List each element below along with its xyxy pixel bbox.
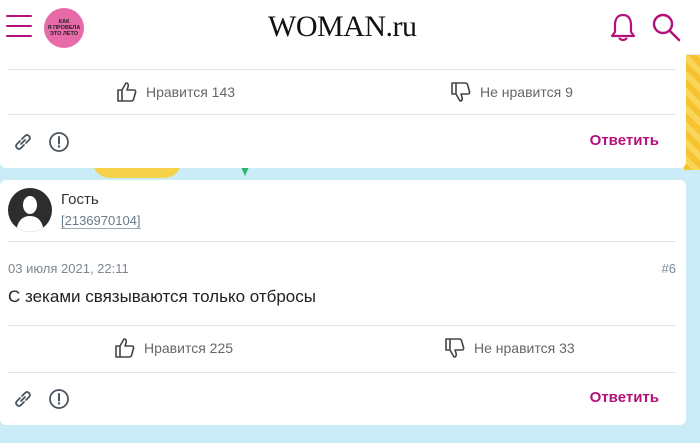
comment-date: 03 июля 2021, 22:11 [8, 261, 129, 276]
dislike-button[interactable]: Не нравится 9 [450, 81, 573, 103]
site-header: КАК Я ПРОВЕЛА ЭТО ЛЕТО WOMAN.ru [0, 0, 700, 55]
thumbs-up-icon [115, 338, 135, 358]
avatar-icon [16, 196, 44, 232]
divider [8, 114, 676, 115]
promo-badge[interactable]: КАК Я ПРОВЕЛА ЭТО ЛЕТО [44, 8, 84, 48]
comment-actions [12, 131, 70, 153]
thumbs-down-icon [445, 338, 465, 358]
author-id[interactable]: [2136970104] [61, 213, 141, 229]
bell-icon[interactable] [609, 12, 637, 42]
dislike-count: Не нравится 9 [480, 84, 573, 100]
search-icon[interactable] [651, 12, 681, 42]
background-decoration [684, 50, 700, 170]
like-count: Нравится 225 [144, 340, 234, 356]
thumbs-down-icon [451, 82, 471, 102]
menu-icon[interactable] [6, 15, 32, 37]
like-button[interactable]: Нравится 143 [116, 81, 235, 103]
divider [8, 372, 676, 373]
comment-text: С зеками связываются только отбросы [8, 287, 316, 306]
reply-button[interactable]: Ответить [590, 389, 659, 406]
like-count: Нравится 143 [146, 84, 236, 100]
avatar[interactable] [8, 188, 52, 232]
comment-actions [12, 388, 70, 410]
reply-button[interactable]: Ответить [590, 132, 659, 149]
report-icon[interactable] [48, 388, 70, 410]
comment-card: Нравится 143 Не нравится 9 Ответить [0, 54, 686, 168]
link-icon[interactable] [12, 131, 34, 153]
divider [8, 325, 676, 326]
comment-card: Гость [2136970104] 03 июля 2021, 22:11 #… [0, 180, 686, 425]
like-button[interactable]: Нравится 225 [114, 337, 233, 359]
dislike-count: Не нравится 33 [474, 340, 575, 356]
comment-number[interactable]: #6 [662, 261, 676, 276]
site-logo[interactable]: WOMAN.ru [268, 10, 417, 44]
report-icon[interactable] [48, 131, 70, 153]
divider [8, 241, 676, 242]
divider [8, 69, 676, 70]
thumbs-up-icon [117, 82, 137, 102]
author-name[interactable]: Гость [61, 191, 99, 208]
link-icon[interactable] [12, 388, 34, 410]
dislike-button[interactable]: Не нравится 33 [444, 337, 575, 359]
